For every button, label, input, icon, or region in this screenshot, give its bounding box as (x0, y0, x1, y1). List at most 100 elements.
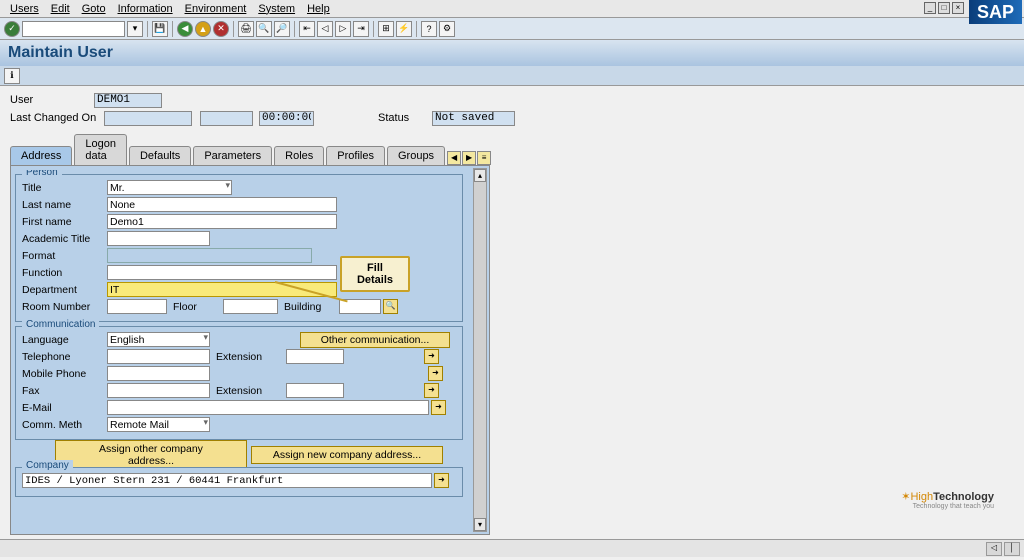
menu-item-system[interactable]: System (252, 1, 301, 17)
find-next-icon[interactable]: 🔎 (274, 21, 290, 37)
close-icon[interactable]: × (952, 2, 964, 14)
tab-logon-data[interactable]: Logon data (74, 134, 127, 165)
tab-scroll-left-icon[interactable]: ◀ (447, 151, 461, 165)
format-field (107, 248, 312, 263)
scroll-up-icon[interactable]: ▴ (474, 169, 486, 182)
maximize-icon[interactable]: □ (938, 2, 950, 14)
academic-field[interactable] (107, 231, 210, 246)
extension1-field[interactable] (286, 349, 344, 364)
back-icon[interactable]: ◀ (177, 21, 193, 37)
firstname-label: First name (22, 216, 107, 228)
person-group-title: Person (22, 170, 62, 178)
status-nav-right-icon[interactable]: │ (1004, 542, 1020, 556)
company-field[interactable] (22, 473, 432, 488)
shortcut-icon[interactable]: ⚡ (396, 21, 412, 37)
dropdown-icon[interactable]: ▾ (127, 21, 143, 37)
tab-address[interactable]: Address (10, 146, 72, 165)
title-label: Title (22, 182, 107, 194)
sub-toolbar: ℹ (0, 66, 1024, 86)
floor-field[interactable] (223, 299, 278, 314)
last-page-icon[interactable]: ⇥ (353, 21, 369, 37)
language-dropdown[interactable] (107, 332, 210, 347)
toolbar: ✓ ▾ 💾 ◀ ▲ ✕ 🖨 🔍 🔎 ⇤ ◁ ▷ ⇥ ⊞ ⚡ ? ⚙ (0, 18, 1024, 40)
lastchanged-time-field (259, 111, 314, 126)
status-label: Status (378, 112, 428, 124)
scrollbar[interactable]: ▴ ▾ (473, 168, 487, 532)
function-field[interactable] (107, 265, 337, 280)
print-icon[interactable]: 🖨 (238, 21, 254, 37)
menu-item-goto[interactable]: Goto (76, 1, 112, 17)
academic-label: Academic Title (22, 233, 107, 245)
comm-method-dropdown[interactable] (107, 417, 210, 432)
menu-item-information[interactable]: Information (112, 1, 179, 17)
scroll-down-icon[interactable]: ▾ (474, 518, 486, 531)
room-field[interactable] (107, 299, 167, 314)
menu-item-users[interactable]: Users (4, 1, 45, 17)
title-dropdown[interactable] (107, 180, 232, 195)
cancel-icon[interactable]: ✕ (213, 21, 229, 37)
building-label: Building (284, 301, 339, 313)
tab-list-icon[interactable]: ≡ (477, 151, 491, 165)
email-field[interactable] (107, 400, 429, 415)
prev-page-icon[interactable]: ◁ (317, 21, 333, 37)
next-page-icon[interactable]: ▷ (335, 21, 351, 37)
communication-group: Communication Language Other communicati… (15, 326, 463, 440)
company-more-icon[interactable]: ➜ (434, 473, 449, 488)
lastchanged-name-field (104, 111, 192, 126)
enter-icon[interactable]: ✓ (4, 21, 20, 37)
email-more-icon[interactable]: ➜ (431, 400, 446, 415)
header-fields: User Last Changed On Status (10, 92, 1014, 126)
status-nav-left-icon[interactable]: ◁ (986, 542, 1002, 556)
floor-label: Floor (173, 301, 223, 313)
tab-roles[interactable]: Roles (274, 146, 324, 165)
save-icon[interactable]: 💾 (152, 21, 168, 37)
menu-item-environment[interactable]: Environment (179, 1, 253, 17)
title-bar: Maintain User (0, 40, 1024, 66)
function-label: Function (22, 267, 107, 279)
first-page-icon[interactable]: ⇤ (299, 21, 315, 37)
assign-new-company-button[interactable]: Assign new company address... (251, 446, 443, 464)
command-input[interactable] (22, 21, 125, 37)
layout-icon[interactable]: ⚙ (439, 21, 455, 37)
building-search-icon[interactable]: 🔍 (383, 299, 398, 314)
firstname-field[interactable] (107, 214, 337, 229)
help-icon[interactable]: ? (421, 21, 437, 37)
lastname-label: Last name (22, 199, 107, 211)
menu-item-edit[interactable]: Edit (45, 1, 76, 17)
info-icon[interactable]: ℹ (4, 68, 20, 84)
telephone-label: Telephone (22, 351, 107, 363)
telephone-more-icon[interactable]: ➜ (424, 349, 439, 364)
sap-logo: SAP (969, 0, 1022, 24)
tab-defaults[interactable]: Defaults (129, 146, 191, 165)
main-area: User Last Changed On Status Address Logo… (0, 86, 1024, 560)
tab-groups[interactable]: Groups (387, 146, 445, 165)
department-label: Department (22, 284, 107, 296)
minimize-icon[interactable]: _ (924, 2, 936, 14)
tab-scroll-right-icon[interactable]: ▶ (462, 151, 476, 165)
menu-item-help[interactable]: Help (301, 1, 336, 17)
telephone-field[interactable] (107, 349, 210, 364)
room-label: Room Number (22, 301, 107, 313)
company-group: Company ➜ (15, 467, 463, 497)
method-label: Comm. Meth (22, 419, 107, 431)
mobile-more-icon[interactable]: ➜ (428, 366, 443, 381)
extension1-label: Extension (216, 351, 276, 363)
tabs-container: Address Logon data Defaults Parameters R… (10, 134, 1014, 535)
fax-field[interactable] (107, 383, 210, 398)
fax-more-icon[interactable]: ➜ (424, 383, 439, 398)
company-group-title: Company (22, 460, 73, 471)
other-communication-button[interactable]: Other communication... (300, 332, 450, 348)
tab-parameters[interactable]: Parameters (193, 146, 272, 165)
user-field[interactable] (94, 93, 162, 108)
extension2-field[interactable] (286, 383, 344, 398)
mobile-label: Mobile Phone (22, 368, 107, 380)
lastchanged-label: Last Changed On (10, 112, 100, 124)
menu-bar: Users Edit Goto Information Environment … (0, 0, 1024, 18)
lastname-field[interactable] (107, 197, 337, 212)
tab-profiles[interactable]: Profiles (326, 146, 385, 165)
mobile-field[interactable] (107, 366, 210, 381)
exit-icon[interactable]: ▲ (195, 21, 211, 37)
assign-other-company-button[interactable]: Assign other company address... (55, 440, 247, 470)
find-icon[interactable]: 🔍 (256, 21, 272, 37)
new-session-icon[interactable]: ⊞ (378, 21, 394, 37)
